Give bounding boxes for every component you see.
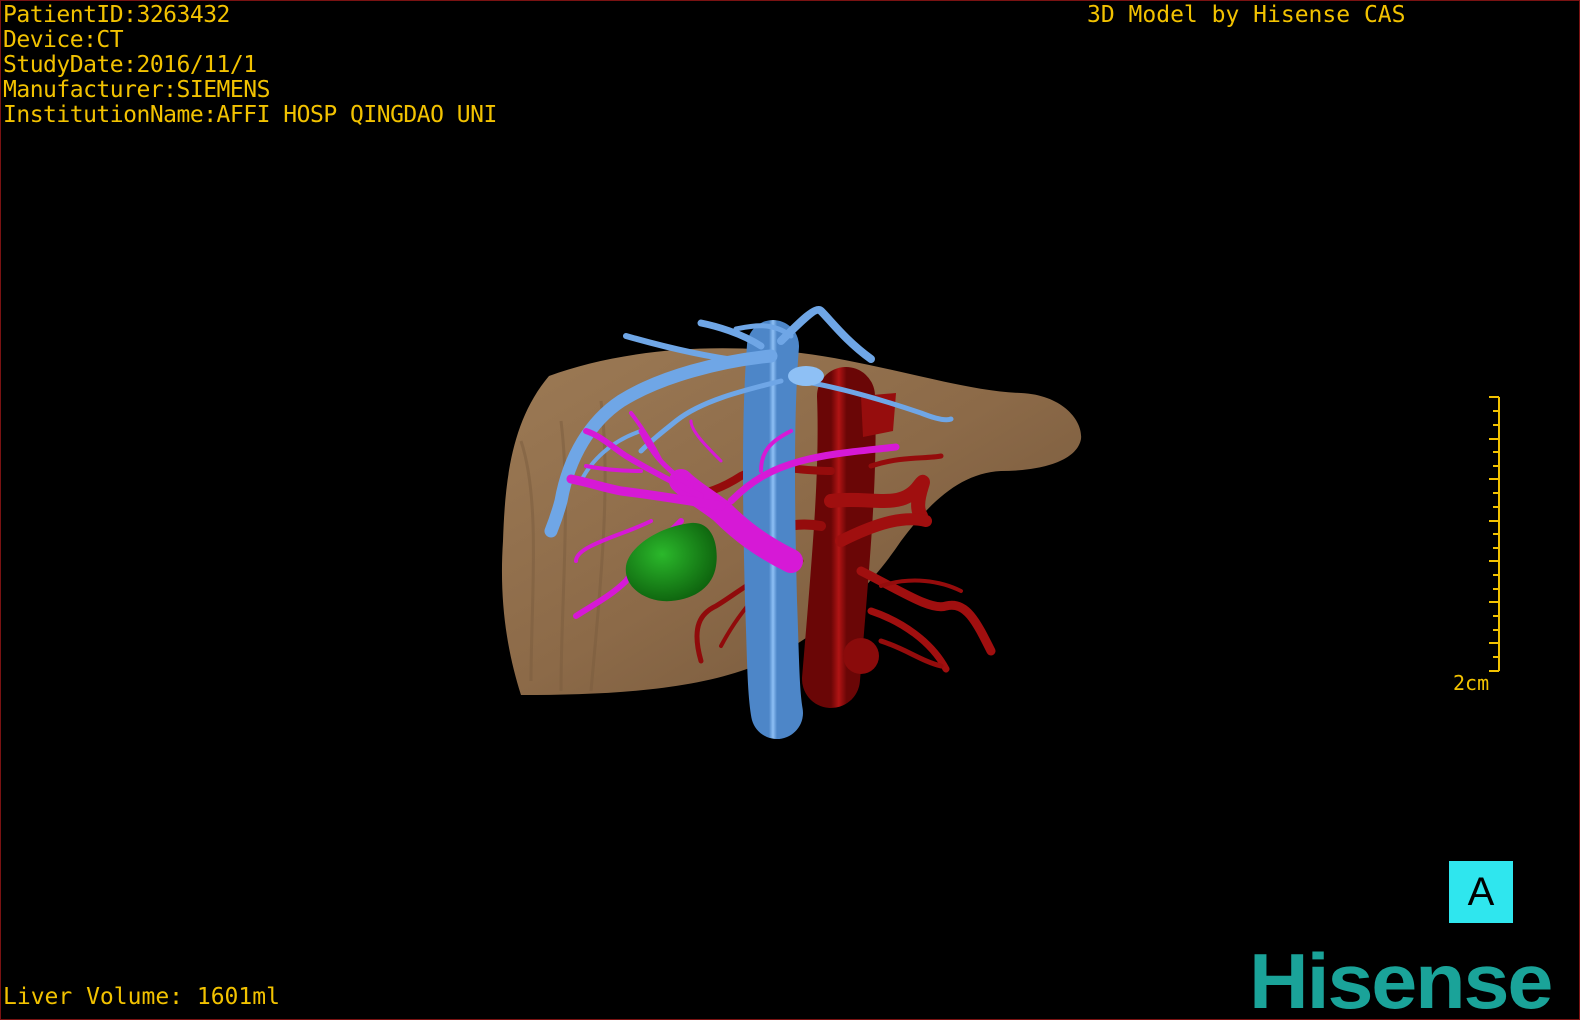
orientation-button[interactable]: A xyxy=(1449,861,1513,923)
patient-id: PatientID:3263432 xyxy=(3,2,230,28)
institution-name: InstitutionName:AFFI HOSP QINGDAO UNI xyxy=(3,102,497,128)
device: Device:CT xyxy=(3,27,124,53)
liver-3d-model[interactable] xyxy=(1,1,1579,1019)
3d-viewport[interactable]: PatientID:3263432 Device:CT StudyDate:20… xyxy=(0,0,1580,1020)
scale-bar xyxy=(1489,396,1500,672)
hisense-logo: Hisense xyxy=(1249,937,1553,1020)
liver-volume: Liver Volume: 1601ml xyxy=(3,984,280,1010)
model-credit: 3D Model by Hisense CAS xyxy=(1087,2,1406,28)
scale-bar-label: 2cm xyxy=(1453,671,1490,695)
manufacturer: Manufacturer:SIEMENS xyxy=(3,77,270,103)
dicom-info-overlay: PatientID:3263432 Device:CT StudyDate:20… xyxy=(3,3,497,128)
study-date: StudyDate:2016/11/1 xyxy=(3,52,257,78)
